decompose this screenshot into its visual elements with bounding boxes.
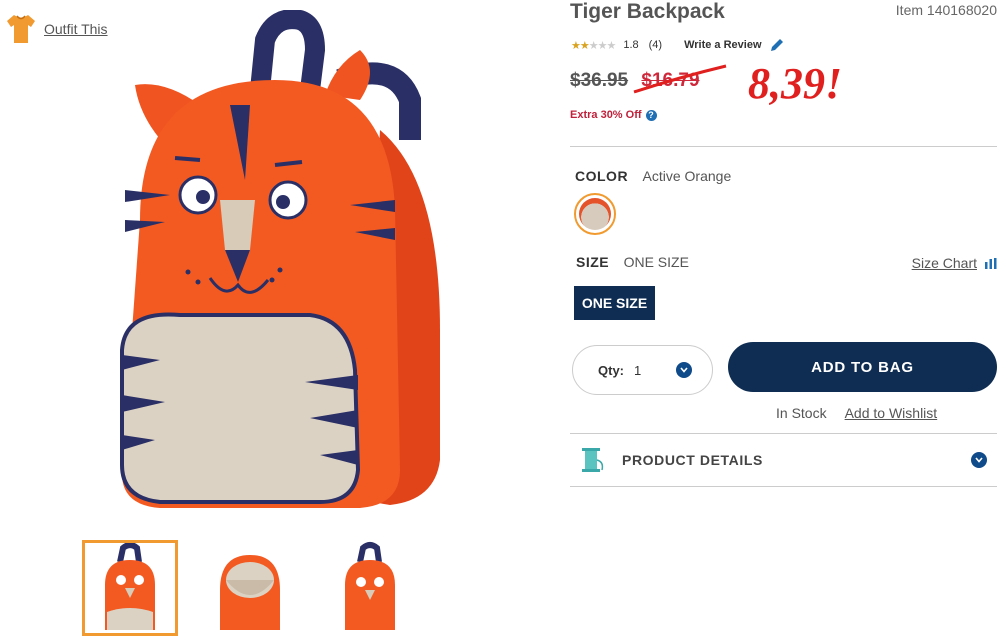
rating-row: ★★★★★ 1.8 (4) Write a Review (571, 38, 785, 52)
product-image (120, 10, 440, 508)
bar-chart-icon (985, 257, 997, 269)
add-to-bag-button[interactable]: ADD TO BAG (728, 342, 997, 392)
rating-value: 1.8 (623, 39, 639, 51)
product-details-label: PRODUCT DETAILS (622, 452, 763, 468)
promo-text: Extra 30% Off (570, 109, 642, 121)
promo-row: Extra 30% Off ? (570, 109, 657, 121)
qty-label: Qty: (598, 362, 624, 378)
write-review-link[interactable]: Write a Review (684, 39, 761, 51)
thumbnail-front-image (105, 542, 155, 630)
color-value: Active Orange (642, 168, 732, 184)
stock-status: In Stock (776, 405, 827, 421)
spool-icon (582, 448, 604, 472)
swatch-image (579, 198, 611, 230)
tshirt-icon (7, 15, 35, 43)
help-icon[interactable]: ? (645, 109, 657, 121)
size-option-one-size[interactable]: ONE SIZE (574, 286, 655, 320)
thumbnail-back-image (345, 542, 395, 630)
quantity-select[interactable]: Qty: 1 (572, 345, 713, 395)
divider-1 (570, 146, 997, 147)
chevron-down-icon (971, 452, 987, 468)
product-title: Tiger Backpack (570, 0, 725, 23)
outfit-this-link[interactable]: Outfit This (4, 12, 108, 46)
thumbnail-open[interactable] (202, 540, 298, 636)
pencil-icon[interactable] (769, 38, 785, 52)
thumbnail-back[interactable] (322, 540, 418, 636)
size-chart-label: Size Chart (911, 255, 977, 271)
color-label: COLOR (575, 168, 629, 184)
divider-3 (570, 486, 997, 487)
thumbnail-open-image (220, 555, 280, 630)
rating-count[interactable]: (4) (649, 39, 662, 51)
price-annotation: 8,39! (748, 59, 843, 108)
outfit-this-label: Outfit This (44, 21, 108, 37)
thumbnail-front[interactable] (82, 540, 178, 636)
stock-row: In Stock Add to Wishlist (776, 405, 937, 421)
size-label: SIZE (576, 254, 610, 270)
chevron-down-icon (676, 362, 692, 378)
original-price: $36.95 (570, 70, 629, 91)
product-details-toggle[interactable]: PRODUCT DETAILS (570, 434, 997, 486)
color-row: COLOR Active Orange (575, 168, 731, 186)
size-value: ONE SIZE (623, 254, 689, 270)
size-chart-link[interactable]: Size Chart (912, 255, 997, 271)
rating-stars: ★★★★★ (571, 39, 616, 52)
color-swatch-active-orange[interactable] (574, 193, 616, 235)
qty-value: 1 (634, 362, 642, 378)
size-row: SIZE ONE SIZE (576, 254, 689, 272)
add-to-wishlist-link[interactable]: Add to Wishlist (845, 405, 938, 421)
strike-mark (633, 64, 727, 94)
item-number: Item 140168020 (895, 2, 997, 18)
